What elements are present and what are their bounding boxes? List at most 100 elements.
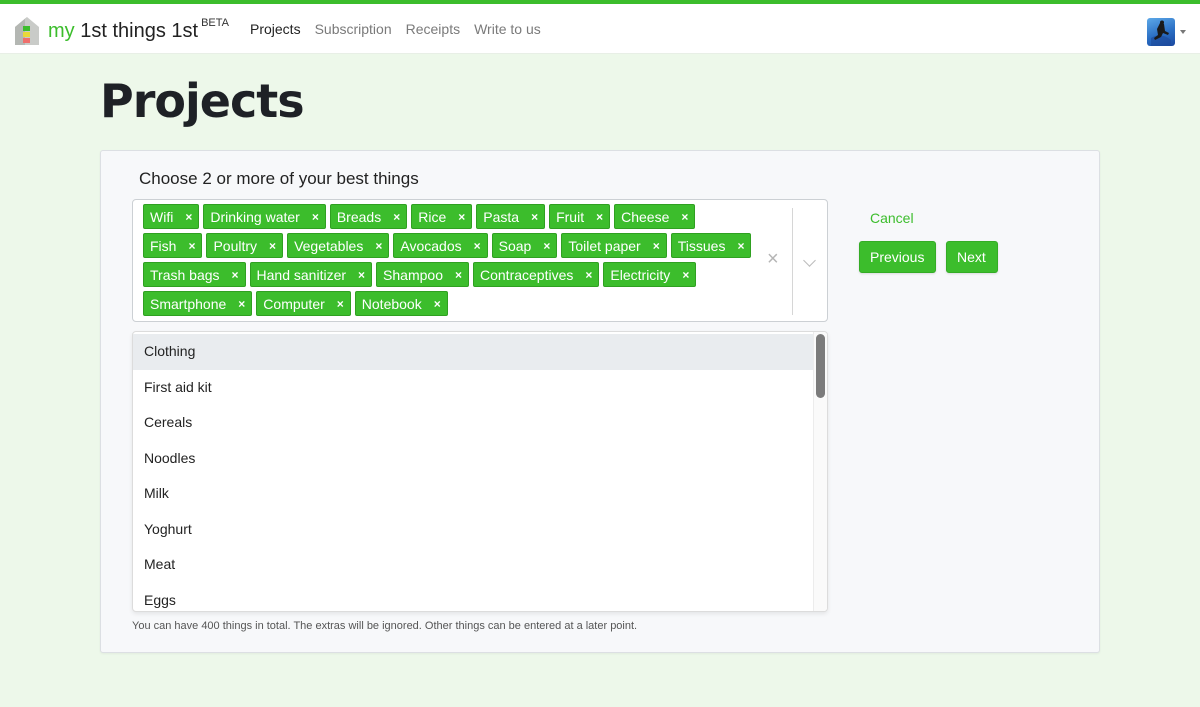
chip-label: Tissues xyxy=(677,237,726,254)
chip-label: Drinking water xyxy=(210,208,300,225)
options-list: Clothing First aid kit Cereals Noodles M… xyxy=(133,334,813,612)
chip: Hand sanitizer × xyxy=(249,262,373,287)
nav-receipts[interactable]: Receipts xyxy=(406,21,460,37)
menu-scrollbar-thumb[interactable] xyxy=(816,334,825,398)
chip: Rice × xyxy=(411,204,473,229)
chip-label: Electricity xyxy=(610,266,671,283)
next-button[interactable]: Next xyxy=(946,241,998,273)
chip-remove-icon[interactable]: × xyxy=(543,239,550,253)
option-item[interactable]: First aid kit xyxy=(133,370,813,406)
chip-label: Smartphone xyxy=(150,295,227,312)
nav-projects[interactable]: Projects xyxy=(250,21,301,37)
chip-remove-icon[interactable]: × xyxy=(596,210,603,224)
chip-remove-icon[interactable]: × xyxy=(185,210,192,224)
chip-label: Breads xyxy=(336,208,382,225)
chip-label: Wifi xyxy=(150,208,174,225)
project-wizard-card: Choose 2 or more of your best things Wif… xyxy=(100,150,1100,653)
house-traffic-light-icon xyxy=(13,16,41,46)
previous-button[interactable]: Previous xyxy=(859,241,936,273)
chip-label: Vegetables xyxy=(294,237,364,254)
brand[interactable]: my 1st things 1st BETA xyxy=(13,13,229,49)
page-title: Projects xyxy=(100,74,305,128)
chip-remove-icon[interactable]: × xyxy=(474,239,481,253)
options-dropdown-menu: Clothing First aid kit Cereals Noodles M… xyxy=(132,331,828,612)
option-item[interactable]: Meat xyxy=(133,547,813,583)
chip-remove-icon[interactable]: × xyxy=(232,268,239,282)
chip-label: Pasta xyxy=(483,208,520,225)
chip-remove-icon[interactable]: × xyxy=(585,268,592,282)
clear-all-icon[interactable]: × xyxy=(767,248,779,271)
option-item[interactable]: Noodles xyxy=(133,441,813,477)
limit-hint: You can have 400 things in total. The ex… xyxy=(132,620,638,632)
chip: Poultry × xyxy=(206,233,284,258)
chip-remove-icon[interactable]: × xyxy=(455,268,462,282)
chip-remove-icon[interactable]: × xyxy=(681,210,688,224)
chip-remove-icon[interactable]: × xyxy=(737,239,744,253)
nav-subscription[interactable]: Subscription xyxy=(315,21,392,37)
chip: Pasta × xyxy=(476,204,546,229)
chip-label: Rice xyxy=(418,208,447,225)
chip-label: Shampoo xyxy=(383,266,443,283)
chip: Cheese × xyxy=(614,204,696,229)
chip-remove-icon[interactable]: × xyxy=(393,210,400,224)
top-navbar: my 1st things 1st BETA Projects Subscript… xyxy=(0,0,1200,54)
indicator-separator xyxy=(792,208,793,315)
chip-label: Notebook xyxy=(361,295,422,312)
avatar-dropdown-caret-icon[interactable] xyxy=(1180,30,1186,34)
main-nav: Projects Subscription Receipts Write to … xyxy=(250,21,541,37)
chip: Breads × xyxy=(329,204,408,229)
chip-remove-icon[interactable]: × xyxy=(531,210,538,224)
chip: Electricity × xyxy=(603,262,697,287)
chip: Contraceptives × xyxy=(473,262,600,287)
chip-label: Computer xyxy=(263,295,325,312)
chip-label: Fish xyxy=(150,237,177,254)
chip-label: Toilet paper xyxy=(568,237,641,254)
chip-label: Avocados xyxy=(400,237,462,254)
select-prompt: Choose 2 or more of your best things xyxy=(139,169,419,188)
chip-label: Poultry xyxy=(213,237,258,254)
chip-remove-icon[interactable]: × xyxy=(434,297,441,311)
chip-remove-icon[interactable]: × xyxy=(358,268,365,282)
chip-label: Trash bags xyxy=(150,266,220,283)
chip: Notebook × xyxy=(354,291,448,316)
chevron-down-icon[interactable] xyxy=(803,254,816,267)
chip: Trash bags × xyxy=(143,262,246,287)
chip-label: Cheese xyxy=(621,208,670,225)
cancel-link[interactable]: Cancel xyxy=(870,210,914,226)
chip-label: Soap xyxy=(498,237,532,254)
brand-rest: 1st things 1st xyxy=(74,19,199,42)
brand-prefix: my xyxy=(48,19,75,42)
chip: Shampoo × xyxy=(376,262,469,287)
chip-remove-icon[interactable]: × xyxy=(682,268,689,282)
chip: Toilet paper × xyxy=(561,233,667,258)
chip-label: Hand sanitizer xyxy=(256,266,347,283)
chip: Soap × xyxy=(491,233,558,258)
chip-remove-icon[interactable]: × xyxy=(458,210,465,224)
chip: Vegetables × xyxy=(287,233,390,258)
chip-remove-icon[interactable]: × xyxy=(188,239,195,253)
chip-remove-icon[interactable]: × xyxy=(653,239,660,253)
chip: Avocados × xyxy=(393,233,488,258)
chip-remove-icon[interactable]: × xyxy=(375,239,382,253)
chip-remove-icon[interactable]: × xyxy=(238,297,245,311)
chip: Smartphone × xyxy=(143,291,253,316)
chip: Fish × xyxy=(143,233,203,258)
chip: Tissues × xyxy=(670,233,752,258)
brand-name: my 1st things 1st BETA xyxy=(48,17,229,43)
chip: Drinking water × xyxy=(203,204,326,229)
option-item[interactable]: Eggs xyxy=(133,583,813,612)
chip-remove-icon[interactable]: × xyxy=(269,239,276,253)
chip: Wifi × xyxy=(143,204,200,229)
option-item[interactable]: Cereals xyxy=(133,405,813,441)
chip-label: Fruit xyxy=(556,208,585,225)
chip-remove-icon[interactable]: × xyxy=(312,210,319,224)
option-item[interactable]: Yoghurt xyxy=(133,512,813,548)
things-multiselect[interactable]: Wifi × Drinking water × Breads × Rice × Past… xyxy=(132,199,828,322)
option-item[interactable]: Milk xyxy=(133,476,813,512)
user-avatar[interactable] xyxy=(1147,18,1175,46)
chip-remove-icon[interactable]: × xyxy=(337,297,344,311)
nav-write-to-us[interactable]: Write to us xyxy=(474,21,541,37)
option-item[interactable]: Clothing xyxy=(133,334,813,370)
chip: Computer × xyxy=(256,291,351,316)
selected-chips: Wifi × Drinking water × Breads × Rice × Past… xyxy=(143,204,758,316)
